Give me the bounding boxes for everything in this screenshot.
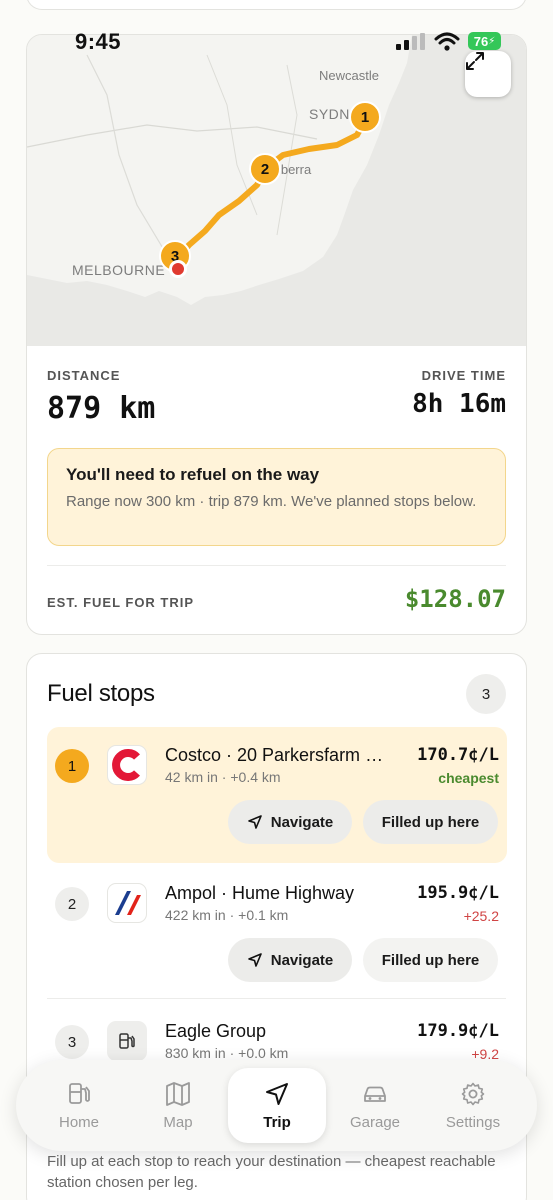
stop-distance: 422 km in · +0.1 km (165, 907, 289, 923)
fuel-stop-1[interactable]: 1 Costco · 20 Parkersfarm Place 42 km in… (47, 727, 507, 863)
tab-label: Garage (349, 1113, 401, 1131)
tab-home[interactable]: Home (30, 1060, 128, 1151)
est-fuel-label: EST. FUEL FOR TRIP (47, 595, 195, 610)
route-map[interactable]: Newcastle SYDNEY Canberra MELBOURNE 1 2 … (27, 35, 526, 346)
tab-garage[interactable]: Garage (326, 1060, 424, 1151)
distance-label: DISTANCE (47, 368, 121, 383)
divider (47, 565, 506, 566)
stop-price-tag: cheapest (438, 770, 499, 786)
distance-value: 879 km (47, 391, 156, 426)
stop-number: 1 (55, 749, 89, 783)
status-icons: 76 ⚡ (396, 30, 506, 54)
refuel-warning: You'll need to refuel on the way Range n… (47, 448, 506, 546)
gear-icon (461, 1082, 485, 1105)
ampol-logo-icon (107, 883, 147, 923)
fuel-stops-count: 3 (466, 674, 506, 714)
map-icon (166, 1081, 190, 1106)
filled-up-label: Filled up here (381, 813, 480, 831)
filled-up-label: Filled up here (381, 951, 480, 969)
map-graphic (27, 35, 412, 305)
est-fuel-value: $128.07 (404, 585, 506, 613)
stop-price: 170.7¢/L (417, 745, 499, 765)
tab-label: Home (58, 1113, 99, 1131)
fuel-pump-logo-icon (107, 1021, 147, 1061)
stop-distance: 830 km in · +0.0 km (165, 1045, 289, 1061)
tab-label: Map (163, 1113, 193, 1131)
navigate-arrow-icon (247, 815, 262, 829)
stop-number: 2 (55, 887, 89, 921)
refuel-text: Range now 300 km · trip 879 km. We've pl… (66, 493, 477, 510)
stop-name: Eagle Group (165, 1021, 267, 1041)
tab-trip[interactable]: Trip (228, 1060, 326, 1151)
stop-price-tag: +25.2 (463, 908, 499, 924)
drive-time-label: DRIVE TIME (421, 368, 506, 383)
navigate-button[interactable]: Navigate (228, 800, 352, 844)
fuel-pump-icon (69, 1082, 90, 1104)
stop-name: Costco · 20 Parkersfarm Place (165, 745, 395, 765)
map-label-melbourne: MELBOURNE (72, 262, 166, 278)
navigation-arrow-icon (266, 1082, 288, 1105)
filled-up-button[interactable]: Filled up here (363, 938, 498, 982)
divider (47, 998, 506, 999)
stop-name: Ampol · Hume Highway (165, 883, 355, 903)
navigate-arrow-icon (247, 953, 262, 967)
battery-level: 76 (473, 33, 489, 49)
navigate-label: Navigate (270, 813, 334, 831)
car-icon (364, 1086, 386, 1102)
stop-price: 195.9¢/L (417, 883, 499, 903)
footer-note: Fill up at each stop to reach your desti… (47, 1153, 496, 1191)
trip-summary-card: Newcastle SYDNEY Canberra MELBOURNE 1 2 … (26, 34, 527, 635)
fuel-stop-2[interactable]: 2 Ampol · Hume Highway 422 km in · +0.1 … (47, 865, 507, 1001)
tab-label: Settings (445, 1113, 501, 1131)
battery-indicator: 76 ⚡ (468, 32, 501, 50)
map-label-newcastle: Newcastle (319, 68, 379, 83)
refuel-title: You'll need to refuel on the way (66, 465, 320, 484)
bottom-tab-bar: Home Map Trip Garage Settings (16, 1060, 537, 1151)
fuel-stops-title: Fuel stops (47, 680, 155, 707)
destination-dot (169, 260, 187, 278)
stop-price: 179.9¢/L (417, 1021, 499, 1041)
status-time: 9:45 (75, 29, 122, 54)
tab-settings[interactable]: Settings (424, 1060, 522, 1151)
route-marker-2[interactable]: 2 (249, 153, 281, 185)
filled-up-button[interactable]: Filled up here (363, 800, 498, 844)
navigate-label: Navigate (270, 951, 334, 969)
stop-distance: 42 km in · +0.4 km (165, 769, 281, 785)
wifi-icon (434, 32, 460, 51)
charging-icon: ⚡ (488, 35, 496, 47)
navigate-button[interactable]: Navigate (228, 938, 352, 982)
expand-icon (466, 52, 484, 70)
drive-time-value: 8h 16m (412, 389, 506, 419)
stop-number: 3 (55, 1025, 89, 1059)
cellular-signal-icon (396, 33, 425, 50)
costco-logo-icon (107, 745, 147, 785)
route-marker-1[interactable]: 1 (349, 101, 381, 133)
previous-card-edge (26, 0, 527, 10)
expand-map-button[interactable] (465, 51, 511, 97)
tab-map[interactable]: Map (129, 1060, 227, 1151)
tab-label: Trip (263, 1113, 291, 1131)
